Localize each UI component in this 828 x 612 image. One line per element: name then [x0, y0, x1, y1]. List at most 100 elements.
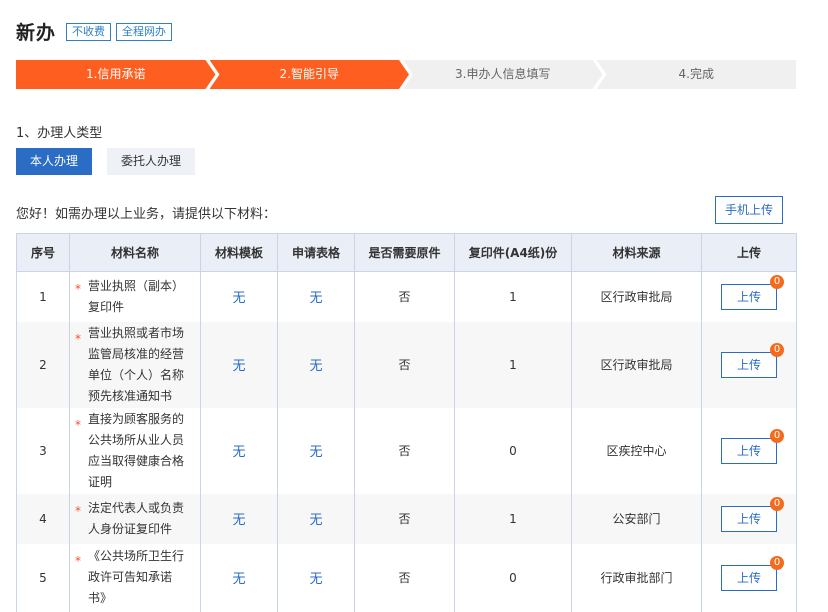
- materials-notice: 您好！如需办理以上业务，请提供以下材料：: [16, 207, 277, 222]
- upload-label: 上传: [736, 443, 761, 458]
- copies-count: 1: [454, 321, 572, 408]
- upload-label: 上传: [736, 357, 761, 372]
- row-no: 3: [16, 407, 70, 494]
- material-source: 区疾控中心: [571, 407, 702, 494]
- upload-button[interactable]: 上传 0: [721, 428, 784, 464]
- material-name-line: 应当取得健康合格: [88, 453, 185, 468]
- upload-cell: 上传 0: [701, 271, 797, 322]
- original-required: 否: [354, 493, 455, 544]
- header-no: 序号: [16, 233, 70, 272]
- page-title: 新办: [16, 22, 57, 44]
- row-no: 1: [16, 271, 70, 322]
- upload-button[interactable]: 上传 0: [721, 342, 784, 378]
- material-name-line: 直接为顾客服务的: [88, 411, 185, 426]
- row-no: 4: [16, 493, 70, 544]
- upload-cell: 上传 0: [701, 321, 797, 408]
- upload-label: 上传: [736, 289, 761, 304]
- table-row: 4 * 法定代表人或负责 人身份证复印件 无 无 否 1 公安部门 上传 0: [16, 493, 797, 544]
- material-name-line: 书》: [88, 591, 113, 605]
- applicant-type-label: 1、办理人类型: [16, 126, 103, 141]
- step-applicant-info: 3.申办人信息填写: [403, 60, 603, 89]
- step-complete: 4.完成: [596, 60, 796, 89]
- material-name-line: 预先核准通知书: [88, 388, 173, 403]
- header-form: 申请表格: [277, 233, 355, 272]
- material-source: 区行政审批局: [571, 321, 702, 408]
- material-source: 行政审批部门: [571, 543, 702, 612]
- table-row: 3 * 直接为顾客服务的 公共场所从业人员 应当取得健康合格 证明 无 无 否 …: [16, 407, 797, 494]
- upload-count-badge: 0: [770, 555, 784, 570]
- header-original: 是否需要原件: [354, 233, 455, 272]
- materials-table: 序号 材料名称 材料模板 申请表格 是否需要原件 复印件(A4纸)份 材料来源 …: [16, 233, 797, 612]
- upload-button[interactable]: 上传 0: [721, 496, 784, 532]
- required-mark: *: [75, 331, 81, 346]
- material-name: * 直接为顾客服务的 公共场所从业人员 应当取得健康合格 证明: [69, 407, 201, 494]
- header-material-name: 材料名称: [69, 233, 201, 272]
- upload-button[interactable]: 上传 0: [721, 274, 784, 310]
- template-link[interactable]: 无: [200, 271, 278, 322]
- form-link[interactable]: 无: [277, 271, 355, 322]
- copies-count: 0: [454, 543, 572, 612]
- material-name-line: 《公共场所卫生行: [88, 549, 185, 563]
- table-header-row: 序号 材料名称 材料模板 申请表格 是否需要原件 复印件(A4纸)份 材料来源 …: [16, 233, 797, 272]
- template-link[interactable]: 无: [200, 407, 278, 494]
- page-header: 新办 不收费 全程网办: [16, 18, 173, 45]
- material-source: 区行政审批局: [571, 271, 702, 322]
- step-credit-commitment: 1.信用承诺: [16, 60, 216, 89]
- step-smart-guide: 2.智能引导: [210, 60, 410, 89]
- material-name: * 法定代表人或负责 人身份证复印件: [69, 493, 201, 544]
- form-link[interactable]: 无: [277, 407, 355, 494]
- progress-steps: 1.信用承诺 2.智能引导 3.申办人信息填写 4.完成: [16, 60, 796, 89]
- original-required: 否: [354, 543, 455, 612]
- material-name: * 营业执照（副本） 复印件: [69, 271, 201, 322]
- upload-count-badge: 0: [770, 274, 784, 289]
- copies-count: 0: [454, 407, 572, 494]
- copies-count: 1: [454, 271, 572, 322]
- required-mark: *: [75, 503, 81, 518]
- template-link[interactable]: 无: [200, 321, 278, 408]
- required-mark: *: [75, 281, 81, 296]
- header-upload: 上传: [701, 233, 797, 272]
- material-name-line: 公共场所从业人员: [88, 432, 185, 447]
- required-mark: *: [75, 553, 81, 568]
- applicant-type-selector: 本人办理 委托人办理: [16, 148, 210, 175]
- self-apply-button[interactable]: 本人办理: [16, 148, 93, 175]
- material-name-line: 人身份证复印件: [88, 521, 173, 536]
- upload-count-badge: 0: [770, 496, 784, 511]
- required-mark: *: [75, 417, 81, 432]
- original-required: 否: [354, 321, 455, 408]
- material-name-line: 营业执照（副本）: [88, 278, 185, 293]
- table-row: 1 * 营业执照（副本） 复印件 无 无 否 1 区行政审批局 上传 0: [16, 271, 797, 322]
- form-link[interactable]: 无: [277, 321, 355, 408]
- upload-cell: 上传 0: [701, 407, 797, 494]
- row-no: 5: [16, 543, 70, 612]
- copies-count: 1: [454, 493, 572, 544]
- form-link[interactable]: 无: [277, 543, 355, 612]
- upload-cell: 上传 0: [701, 493, 797, 544]
- material-name-line: 单位（个人）名称: [88, 367, 185, 382]
- upload-button[interactable]: 上传 0: [721, 555, 784, 591]
- template-link[interactable]: 无: [200, 543, 278, 612]
- upload-count-badge: 0: [770, 428, 784, 443]
- delegate-apply-button[interactable]: 委托人办理: [107, 148, 196, 175]
- table-row: 2 * 营业执照或者市场 监管局核准的经营 单位（个人）名称 预先核准通知书 无…: [16, 321, 797, 408]
- original-required: 否: [354, 271, 455, 322]
- header-copies: 复印件(A4纸)份: [454, 233, 572, 272]
- header-template: 材料模板: [200, 233, 278, 272]
- upload-label: 上传: [736, 570, 761, 585]
- material-name-line: 监管局核准的经营: [88, 346, 185, 361]
- material-name-line: 政许可告知承诺: [88, 570, 173, 584]
- upload-cell: 上传 0: [701, 543, 797, 612]
- template-link[interactable]: 无: [200, 493, 278, 544]
- material-name-line: 证明: [88, 474, 113, 489]
- tag-online: 全程网办: [116, 22, 173, 41]
- form-link[interactable]: 无: [277, 493, 355, 544]
- mobile-upload-button[interactable]: 手机上传: [715, 196, 783, 224]
- header-source: 材料来源: [571, 233, 702, 272]
- upload-count-badge: 0: [770, 342, 784, 357]
- material-name-line: 法定代表人或负责: [88, 500, 185, 515]
- upload-label: 上传: [736, 511, 761, 526]
- material-name: * 《公共场所卫生行 政许可告知承诺 书》: [69, 543, 201, 612]
- original-required: 否: [354, 407, 455, 494]
- row-no: 2: [16, 321, 70, 408]
- material-name-line: 复印件: [88, 299, 125, 314]
